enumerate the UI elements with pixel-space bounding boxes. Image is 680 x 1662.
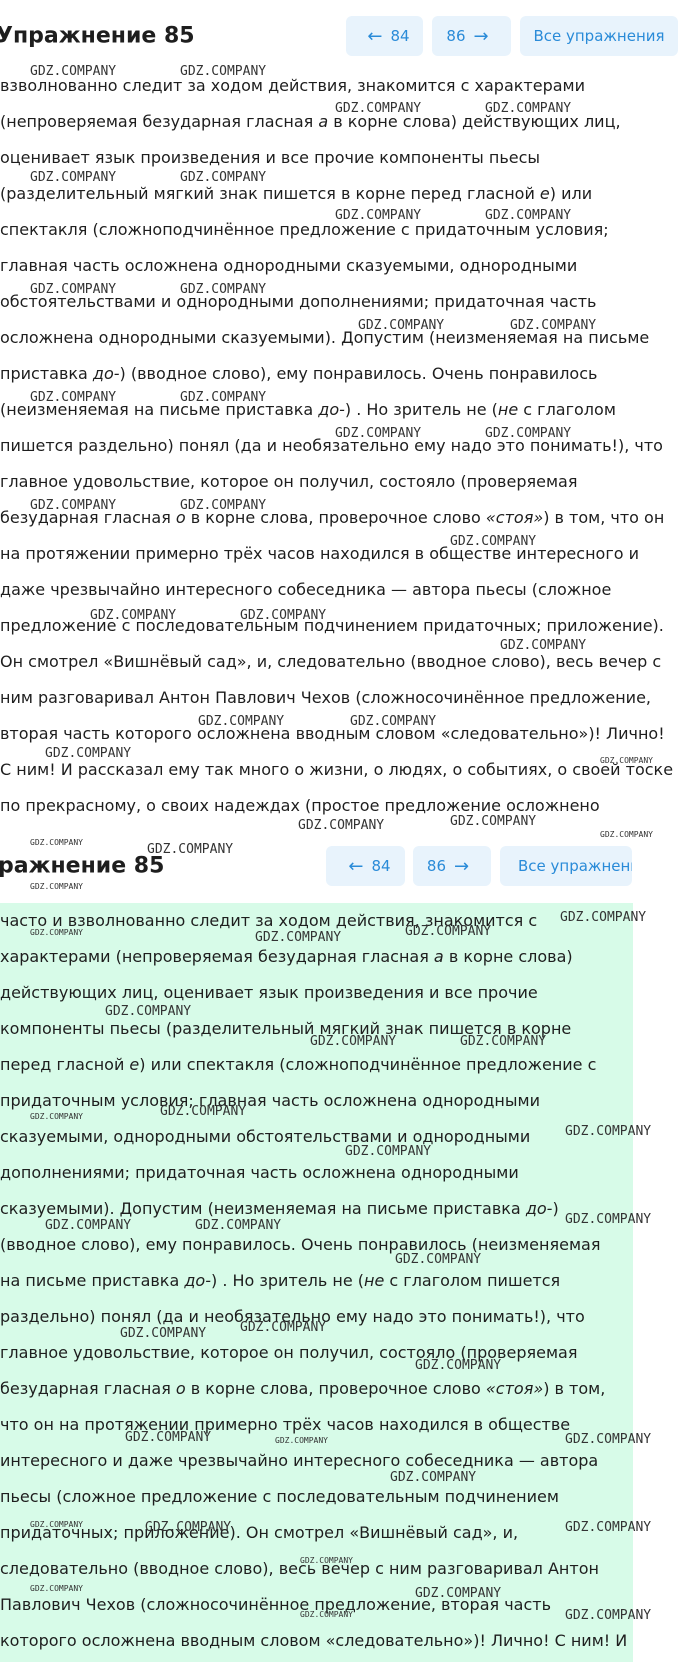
text-line: взволнованно следит за ходом действия, з… <box>0 76 586 95</box>
text-line: придаточным условия; главная часть ослож… <box>0 1091 540 1110</box>
all-exercises-label: Все упражнения <box>533 27 665 45</box>
text-line: характерами (непроверяемая безударная гл… <box>0 947 573 966</box>
text-line: приставка до-) (вводное слово), ему понр… <box>0 364 598 383</box>
text-line: главное удовольствие, которое он получил… <box>0 472 578 491</box>
text-line: на письме приставка до-) . Но зритель не… <box>0 1271 561 1290</box>
header-2: ражнение 85 ← 84 86 → Все упражнени <box>0 836 680 896</box>
prev-exercise-label: 84 <box>390 27 410 45</box>
text-line: действующих лиц, оценивает язык произвед… <box>0 983 538 1002</box>
arrow-right-icon: → <box>454 855 470 877</box>
header-1: Упражнение 85 ← 84 86 → Все упражнения <box>0 6 680 66</box>
next-exercise-label: 86 <box>446 27 466 45</box>
prev-exercise-label: 84 <box>371 857 391 875</box>
text-line: ним разговаривал Антон Павлович Чехов (с… <box>0 688 651 707</box>
text-line: сказуемыми, однородными обстоятельствами… <box>0 1127 531 1146</box>
page-title-duplicate: ражнение 85 <box>0 853 165 879</box>
text-line: следовательно (вводное слово), весь вече… <box>0 1559 599 1578</box>
all-exercises-button[interactable]: Все упражнения <box>520 16 678 56</box>
solution-text-1: взволнованно следит за ходом действия, з… <box>0 68 680 824</box>
text-line: перед гласной е) или спектакля (сложнопо… <box>0 1055 597 1074</box>
text-line: даже чрезвычайно интересного собеседника… <box>0 580 612 599</box>
next-exercise-button-duplicate[interactable]: 86 → <box>413 846 491 886</box>
text-line: Павлович Чехов (сложносочинённое предлож… <box>0 1595 552 1614</box>
all-exercises-label: Все упражнени <box>518 857 632 875</box>
text-line: оценивает язык произведения и все прочие… <box>0 148 541 167</box>
text-line: (вводное слово), ему понравилось. Очень … <box>0 1235 601 1254</box>
text-line: которого осложнена вводным словом «следо… <box>0 1631 628 1650</box>
text-line: Он смотрел «Вишнёвый сад», и, следовател… <box>0 652 662 671</box>
text-line: пишется раздельно) понял (да и необязате… <box>0 436 663 455</box>
text-line: сказуемыми). Допустим (неизменяемая на п… <box>0 1199 559 1218</box>
text-line: безударная гласная о в корне слова, пров… <box>0 1379 606 1398</box>
arrow-right-icon: → <box>473 25 489 47</box>
text-line: пьесы (сложное предложение с последовате… <box>0 1487 559 1506</box>
next-exercise-label: 86 <box>426 857 446 875</box>
text-line: интересного и даже чрезвычайно интересно… <box>0 1451 599 1470</box>
solution-text-panel-2: часто и взволнованно следит за ходом дей… <box>0 903 633 1662</box>
text-line: С ним! И рассказал ему так много о жизни… <box>0 760 674 779</box>
prev-exercise-button[interactable]: ← 84 <box>346 16 423 56</box>
text-line: предложение с последовательным подчинени… <box>0 616 664 635</box>
text-line: осложнена однородными сказуемыми). Допус… <box>0 328 650 347</box>
solution-text-panel-1: взволнованно следит за ходом действия, з… <box>0 68 680 828</box>
text-line: часто и взволнованно следит за ходом дей… <box>0 911 538 930</box>
text-line: безударная гласная о в корне слова, пров… <box>0 508 665 527</box>
solution-text-2: часто и взволнованно следит за ходом дей… <box>0 903 633 1659</box>
text-line: дополнениями; придаточная часть осложнен… <box>0 1163 519 1182</box>
text-line: обстоятельствами и однородными дополнени… <box>0 292 597 311</box>
text-line: компоненты пьесы (разделительный мягкий … <box>0 1019 572 1038</box>
text-line: вторая часть которого осложнена вводным … <box>0 724 665 743</box>
prev-exercise-button-duplicate[interactable]: ← 84 <box>326 846 405 886</box>
text-line: на протяжении примерно трёх часов находи… <box>0 544 639 563</box>
text-line: главное удовольствие, которое он получил… <box>0 1343 578 1362</box>
all-exercises-button-duplicate[interactable]: Все упражнени <box>500 846 632 886</box>
page-title: Упражнение 85 <box>0 23 195 49</box>
text-line: (неизменяемая на письме приставка до-) .… <box>0 400 616 419</box>
text-line: спектакля (сложноподчинённое предложение… <box>0 220 609 239</box>
text-line: что он на протяжении примерно трёх часов… <box>0 1415 571 1434</box>
text-line: (разделительный мягкий знак пишется в ко… <box>0 184 593 203</box>
text-line: придаточных; приложение). Он смотрел «Ви… <box>0 1523 519 1542</box>
text-line: по прекрасному, о своих надеждах (просто… <box>0 796 600 815</box>
text-line: (непроверяемая безударная гласная а в ко… <box>0 112 621 131</box>
next-exercise-button[interactable]: 86 → <box>432 16 511 56</box>
text-line: раздельно) понял (да и необязательно ему… <box>0 1307 585 1326</box>
text-line: главная часть осложнена однородными сказ… <box>0 256 578 275</box>
arrow-left-icon: ← <box>367 25 383 47</box>
arrow-left-icon: ← <box>348 855 364 877</box>
